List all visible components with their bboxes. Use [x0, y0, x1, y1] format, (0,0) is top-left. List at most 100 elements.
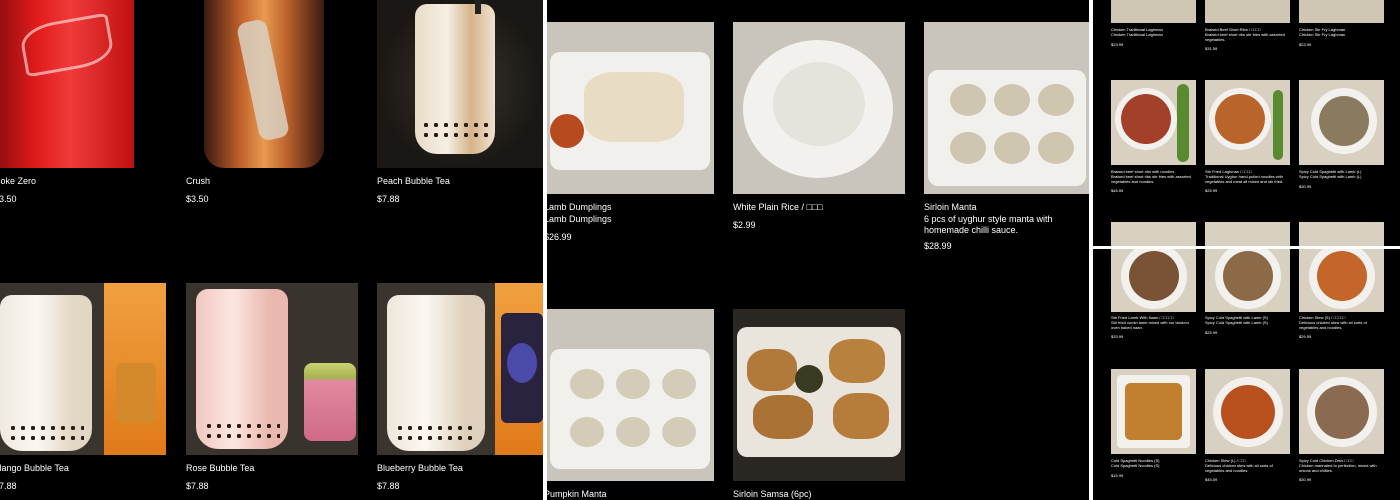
item-description: Stir fried cumin lamb mixed with our tan…: [1111, 320, 1190, 330]
menu-item-card[interactable]: Chicken Traditional Laghman Chicken Trad…: [1111, 0, 1196, 50]
rose-bubble-tea-photo[interactable]: [186, 283, 358, 455]
coke-logo-icon: [18, 12, 116, 78]
menu-item-card[interactable]: Sirloin Samsa (6pc): [733, 309, 905, 500]
item-price: $25.99: [1205, 330, 1218, 335]
item-description: 6 pcs of uyghur style manta with homemad…: [924, 214, 1053, 235]
cropped-dish-photo: [1205, 222, 1290, 246]
drinks-menu-panel: Coke Zero $3.50 Crush $3.50 Peach Bubble…: [0, 0, 543, 500]
menu-item-card[interactable]: Pumpkin Manta: [547, 309, 714, 500]
item-price: $30.99: [1299, 184, 1312, 189]
menu-item-card[interactable]: Peach Bubble Tea $7.88: [377, 0, 543, 210]
chicken-stew-small-photo[interactable]: [1299, 249, 1384, 312]
chicken-traditional-laghman-photo[interactable]: [1111, 0, 1196, 23]
item-title: Lamb Dumplings: [547, 202, 612, 212]
item-title: Blueberry Bubble Tea: [377, 463, 463, 473]
menu-item-card[interactable]: Spicy Cold Chicken Dish / □□□ Chicken ma…: [1299, 369, 1384, 484]
item-price: $30.99: [1299, 477, 1312, 482]
pumpkin-manta-photo[interactable]: [547, 309, 714, 481]
item-title: Mango Bubble Tea: [0, 463, 69, 473]
sirloin-manta-photo[interactable]: [924, 22, 1089, 194]
coke-zero-photo[interactable]: [0, 0, 134, 168]
chicken-stir-fry-laghman-photo[interactable]: [1299, 0, 1384, 23]
item-title: Rose Bubble Tea: [186, 463, 255, 473]
menu-item-card[interactable]: Spicy Cold Spaghetti with Lamb (L) Spicy…: [1299, 80, 1384, 195]
item-description: Chicken Traditional Laghman: [1111, 32, 1163, 37]
cold-spaghetti-noodles-photo[interactable]: [1111, 369, 1196, 454]
white-plain-rice-photo[interactable]: [733, 22, 905, 194]
menu-item-card[interactable]: Chicken Stew (S) / □□□□□ Delicious chick…: [1299, 249, 1384, 344]
menu-item-card[interactable]: Coke Zero $3.50: [0, 0, 134, 210]
item-price: $7.88: [0, 481, 17, 491]
menu-item-card[interactable]: Cold Spaghetti Noodles (S) Cold Spaghett…: [1111, 369, 1196, 484]
item-price: $46.59: [1111, 188, 1124, 193]
item-price: $15.99: [1111, 473, 1124, 478]
item-description: Spicy Cold Spaghetti with Lamb (L): [1299, 174, 1362, 179]
item-price: $7.88: [377, 194, 400, 204]
item-price: $25.99: [1205, 188, 1218, 193]
blueberry-bubble-tea-photo[interactable]: [377, 283, 543, 455]
item-price: $7.88: [377, 481, 400, 491]
item-price: $23.99: [1111, 42, 1124, 47]
item-title: Sirloin Samsa (6pc): [733, 489, 812, 499]
item-description: Braised beef short ribs stir fries with …: [1111, 174, 1191, 184]
menu-item-card[interactable]: Braised beef short ribs with noodles Bra…: [1111, 80, 1196, 195]
item-price: $31.59: [1205, 46, 1218, 51]
item-description: Delicious chicken stew with all sorts of…: [1205, 463, 1273, 473]
item-title: Coke Zero: [0, 176, 37, 186]
menu-item-card[interactable]: White Plain Rice / □□□ $2.99: [733, 22, 905, 247]
menu-item-card[interactable]: Braised Beef Short Ribs / □□□□ Braised b…: [1205, 0, 1290, 55]
sirloin-samsa-photo[interactable]: [733, 309, 905, 481]
menu-item-card[interactable]: Lamb Dumplings Lamb Dumplings $26.99: [547, 22, 714, 247]
cropped-dish-photo: [1299, 222, 1384, 246]
item-price: $33.99: [1111, 334, 1124, 339]
item-description: Traditional Uyghur hand-pulled noodles w…: [1205, 174, 1284, 184]
item-price: $28.99: [924, 241, 952, 251]
menu-item-card[interactable]: Sirloin Manta 6 pcs of uyghur style mant…: [924, 22, 1089, 257]
item-description: Chicken marinated to perfection, mixed w…: [1299, 463, 1377, 473]
spicy-cold-spaghetti-lamb-large-photo[interactable]: [1299, 80, 1384, 165]
chicken-stew-large-photo[interactable]: [1205, 369, 1290, 454]
item-description: Spicy Cold Spaghetti with Lamb (S): [1205, 320, 1268, 325]
item-price: $29.59: [1299, 334, 1312, 339]
item-title: Pumpkin Manta: [547, 489, 607, 499]
lamb-dumplings-photo[interactable]: [547, 22, 714, 194]
menu-item-card[interactable]: Crush $3.50: [186, 0, 343, 210]
item-price: $23.99: [1299, 42, 1312, 47]
item-price: $3.50: [186, 194, 209, 204]
item-title: Crush: [186, 176, 211, 186]
menu-item-card[interactable]: Rose Bubble Tea $7.88: [186, 283, 358, 500]
item-price: $26.99: [547, 232, 572, 242]
item-title: White Plain Rice / □□□: [733, 202, 823, 212]
braised-beef-short-ribs-with-noodles-photo[interactable]: [1111, 80, 1196, 165]
menu-item-card[interactable]: Chicken Stew (L) / □□□ Delicious chicken…: [1205, 369, 1290, 484]
stir-fried-lamb-with-naan-photo[interactable]: [1111, 249, 1196, 312]
stir-fried-laghman-photo[interactable]: [1205, 80, 1290, 165]
menu-item-card[interactable]: Spicy Cold Spaghetti with Lamb (S) Spicy…: [1205, 249, 1290, 344]
mains-menu-panel: Lamb Dumplings Lamb Dumplings $26.99 Whi…: [547, 0, 1089, 500]
item-description: Braised beef short ribs stir fries with …: [1205, 32, 1285, 42]
menu-item-card[interactable]: Mango Bubble Tea $7.88: [0, 283, 166, 500]
menu-item-card[interactable]: Blueberry Bubble Tea $7.88: [377, 283, 543, 500]
item-description: Cold Spaghetti Noodles (S): [1111, 463, 1160, 468]
menu-item-card[interactable]: Chicken Stir Fry Laghman Chicken Stir Fr…: [1299, 0, 1384, 50]
menu-item-card[interactable]: Stir Fried Laghman / □□□□ Traditional Uy…: [1205, 80, 1290, 195]
menu-item-card[interactable]: Stir Fried Lamb With Naan / □□□□□ Stir f…: [1111, 249, 1196, 344]
spicy-cold-spaghetti-lamb-small-photo[interactable]: [1205, 249, 1290, 312]
item-description: Chicken Stir Fry Laghman: [1299, 32, 1346, 37]
noodles-menu-panel: Chicken Traditional Laghman Chicken Trad…: [1093, 0, 1400, 500]
spicy-cold-chicken-dish-photo[interactable]: [1299, 369, 1384, 454]
item-price: $3.50: [0, 194, 17, 204]
item-price: $7.88: [186, 481, 209, 491]
crush-photo[interactable]: [186, 0, 343, 168]
item-description: Delicious chicken stew with all sorts of…: [1299, 320, 1367, 330]
mango-bubble-tea-photo[interactable]: [0, 283, 166, 455]
item-description: Lamb Dumplings: [547, 214, 612, 224]
peach-bubble-tea-photo[interactable]: [377, 0, 543, 168]
braised-beef-short-ribs-photo[interactable]: [1205, 0, 1290, 23]
item-title: Peach Bubble Tea: [377, 176, 450, 186]
cropped-dish-photo: [1111, 222, 1196, 246]
item-title: Sirloin Manta: [924, 202, 977, 212]
capture-divider: [1093, 246, 1400, 249]
item-price: $45.59: [1205, 477, 1218, 482]
item-price: $2.99: [733, 220, 756, 230]
